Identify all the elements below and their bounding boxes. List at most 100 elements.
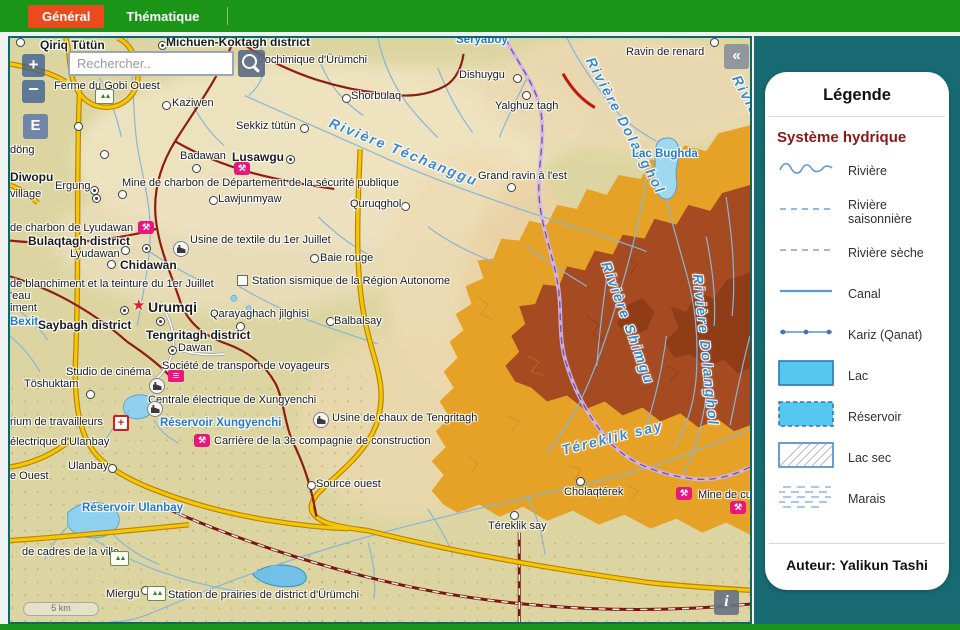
mine-icon: ⚒ xyxy=(234,162,250,175)
town-marker xyxy=(300,124,309,133)
factory-icon xyxy=(173,241,189,257)
legend-item: Lac xyxy=(777,355,943,396)
factory-icon xyxy=(147,401,163,417)
legend-item: Marais xyxy=(777,478,943,519)
legend-item: Réservoir xyxy=(777,396,943,437)
legend-item-label: Rivière sèche xyxy=(848,246,924,260)
map-label: électrique d'Ulanbay xyxy=(10,436,109,448)
marsh-swatch-icon xyxy=(777,481,835,516)
map-label: Quruqghol xyxy=(350,198,401,210)
map-label: Qiriq Tütün xyxy=(40,38,105,52)
collapse-legend-button[interactable]: « xyxy=(724,44,749,69)
park-icon: ▲▲ xyxy=(147,586,166,601)
tab-thematique[interactable]: Thématique xyxy=(112,5,213,28)
map-label: Seryaboy xyxy=(456,36,508,46)
search-box xyxy=(68,51,234,76)
zoom-in-button[interactable]: + xyxy=(22,54,45,77)
map-label: Usine de chaux de Tengritagh xyxy=(332,412,477,424)
district-marker xyxy=(286,155,295,164)
town-marker xyxy=(108,464,117,473)
nav-divider xyxy=(227,7,228,25)
map-label: Töshuktam xyxy=(24,378,78,390)
map-label: Ravin de renard xyxy=(626,46,704,58)
map-label: Téreklik say xyxy=(488,520,547,532)
map-label: Studio de cinéma xyxy=(66,366,151,378)
map-label: Mine de cu xyxy=(698,489,752,501)
river-seasonal-swatch-icon xyxy=(777,194,835,229)
legend-item-label: Lac xyxy=(848,369,868,383)
map-label: Réservoir Xungyenchi xyxy=(160,417,281,429)
legend-author: Auteur: Yalikun Tashi xyxy=(769,543,945,590)
legend-panel: Légende Système hydrique RivièreRivière … xyxy=(754,36,960,624)
map-label: Michuen-Koktagh district xyxy=(166,36,310,49)
town-marker xyxy=(510,511,519,520)
map-label: Mine de charbon de Département de la séc… xyxy=(122,177,399,189)
map-label: Rivière Shimgu xyxy=(598,259,657,387)
map-label: Dawan xyxy=(178,342,212,354)
map-label: Bexit xyxy=(10,316,38,328)
town-marker xyxy=(107,260,116,269)
town-marker xyxy=(162,101,171,110)
legend-title: Légende xyxy=(769,72,945,117)
town-marker xyxy=(522,91,531,100)
map-label: rium de travailleurs xyxy=(10,416,103,428)
kariz-swatch-icon xyxy=(777,317,835,352)
town-marker xyxy=(342,94,351,103)
map-label: Balbalsay xyxy=(334,315,382,327)
factory-icon xyxy=(313,412,329,428)
map-overlay: Qiriq Tütün Michuen-Koktagh district troch… xyxy=(10,38,750,622)
map-label: Grand ravin à l'est xyxy=(478,170,567,182)
legend-section-title: Système hydrique xyxy=(765,117,949,150)
tab-general[interactable]: Général xyxy=(28,5,104,28)
factory-icon xyxy=(149,378,165,394)
map-label: Urumqi xyxy=(148,299,197,315)
transport-icon: ≡ xyxy=(168,370,184,382)
map-label: Tengritagh district xyxy=(146,328,250,342)
district-marker xyxy=(92,194,101,203)
map-label: Téreklik say xyxy=(560,417,665,458)
map-canvas[interactable]: Qiriq Tütün Michuen-Koktagh district troch… xyxy=(8,36,752,624)
map-label: Source ouest xyxy=(316,478,381,490)
map-label: Bulaqtagh district xyxy=(28,234,130,248)
river-swatch-icon xyxy=(777,153,835,188)
town-marker xyxy=(507,183,516,192)
map-label: iment xyxy=(10,302,37,314)
town-marker xyxy=(307,481,316,490)
extent-button[interactable]: E xyxy=(23,114,48,139)
legend-card: Légende Système hydrique RivièreRivière … xyxy=(765,72,949,590)
mine-icon: ⚒ xyxy=(194,434,210,447)
map-label: Saybagh district xyxy=(38,318,131,332)
town-marker xyxy=(513,74,522,83)
top-nav: Général Thématique xyxy=(0,0,960,32)
legend-item: Rivière saisonnière xyxy=(777,191,943,232)
search-icon xyxy=(242,54,257,69)
map-label: Diwopu xyxy=(10,170,53,184)
district-marker xyxy=(142,244,151,253)
map-label: Centrale électrique de Xungyenchi xyxy=(148,394,316,406)
district-marker xyxy=(120,306,129,315)
map-label: Rivière Dolanghol xyxy=(690,273,722,427)
info-button[interactable]: i xyxy=(714,590,739,615)
town-marker xyxy=(401,202,410,211)
map-label: Rivière xyxy=(729,72,752,133)
map-label: Ulanbay xyxy=(68,460,108,472)
map-label: de charbon de Lyudawan xyxy=(10,222,133,234)
mine-icon: ⚒ xyxy=(676,487,692,500)
map-label: 'eau xyxy=(10,290,30,302)
search-input[interactable] xyxy=(68,51,234,76)
map-label: Sekkiz tütün xyxy=(236,120,296,132)
river-dry-swatch-icon xyxy=(777,235,835,270)
map-label: de blanchiment et la teinture du 1er Jui… xyxy=(10,278,214,290)
search-button[interactable] xyxy=(238,50,265,77)
legend-item: Rivière sèche xyxy=(777,232,943,273)
map-label: Dishuygu xyxy=(459,69,505,81)
map-label: Ergung xyxy=(55,180,90,192)
town-marker xyxy=(710,38,719,47)
map-label: trochimique d'Ürümchi xyxy=(258,54,367,66)
star-icon: ★ xyxy=(132,298,145,313)
town-marker xyxy=(100,150,109,159)
map-label: Shorbulaq xyxy=(351,90,401,102)
town-marker xyxy=(209,196,218,205)
zoom-out-button[interactable]: − xyxy=(22,80,45,103)
map-label: Société de transport de voyageurs xyxy=(162,360,330,372)
